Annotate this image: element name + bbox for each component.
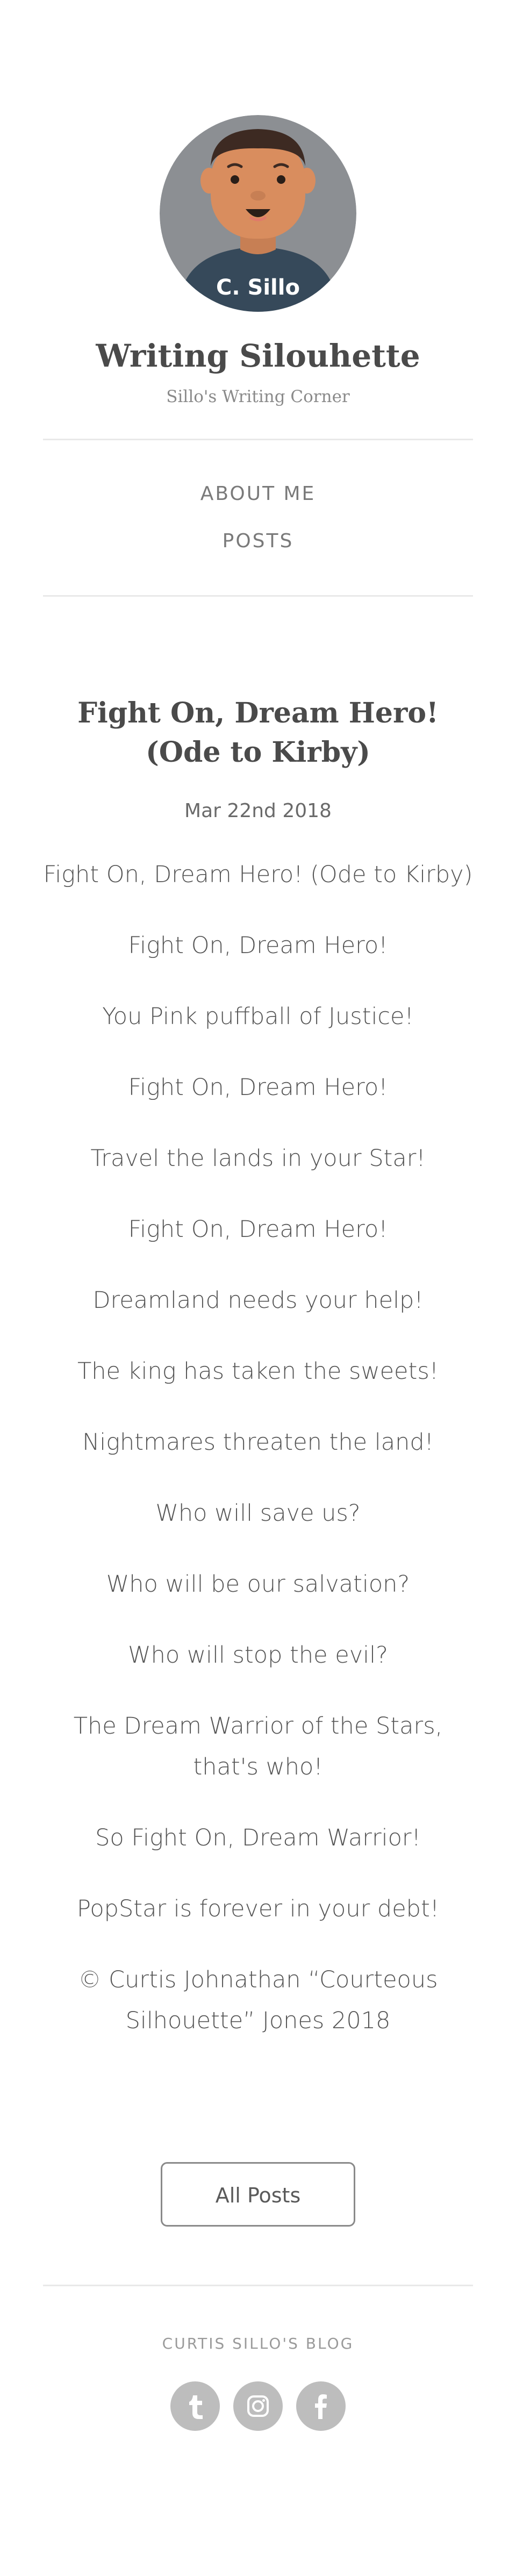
poem-line: So Fight On, Dream Warrior! <box>95 1824 421 1851</box>
nav-item-posts[interactable]: POSTS <box>0 529 516 553</box>
site-title[interactable]: Writing Silouhette <box>0 338 516 375</box>
all-posts-wrapper: All Posts <box>0 2162 516 2227</box>
poem-line: Who will be our salvation? <box>106 1570 410 1598</box>
footer-brand: CURTIS SILLO'S BLOG <box>162 2334 354 2352</box>
all-posts-button[interactable]: All Posts <box>161 2162 355 2227</box>
nav-item-about-me[interactable]: ABOUT ME <box>0 482 516 506</box>
poem-line: PopStar is forever in your debt! <box>76 1895 440 1922</box>
tumblr-link[interactable] <box>170 2381 220 2431</box>
tumblr-icon <box>189 2395 203 2419</box>
poem-line: The Dream Warrior of the Stars, that's w… <box>73 1712 443 1780</box>
site-header: C. Sillo Writing Silouhette Sillo's Writ… <box>0 0 516 406</box>
facebook-link[interactable] <box>296 2381 346 2431</box>
instagram-icon <box>247 2395 269 2417</box>
poem-line: Fight On, Dream Hero! <box>128 932 388 959</box>
post-body: Fight On, Dream Hero! (Ode to Kirby) Fig… <box>43 854 473 2041</box>
post-article: Fight On, Dream Hero! (Ode to Kirby) Mar… <box>0 597 516 2041</box>
poem-line: The king has taken the sweets! <box>77 1357 439 1385</box>
site-footer: CURTIS SILLO'S BLOG <box>0 2286 516 2431</box>
poem-line: Fight On, Dream Hero! (Ode to Kirby) <box>43 861 473 888</box>
post-date: Mar 22nd 2018 <box>184 799 332 822</box>
instagram-link[interactable] <box>233 2381 283 2431</box>
avatar[interactable]: C. Sillo <box>160 115 356 312</box>
avatar-label: C. Sillo <box>216 275 300 300</box>
poem-line: Dreamland needs your help! <box>92 1286 424 1314</box>
copyright-line: © Curtis Johnathan “Courteous Silhouette… <box>78 1966 438 2034</box>
site-subtitle: Sillo's Writing Corner <box>166 387 350 406</box>
social-links <box>0 2381 516 2431</box>
main-nav: ABOUT ME POSTS <box>0 440 516 595</box>
poem-line: Nightmares threaten the land! <box>82 1428 434 1456</box>
post-title: Fight On, Dream Hero! (Ode to Kirby) <box>77 696 439 769</box>
facebook-icon <box>315 2394 327 2419</box>
poem-line: Who will stop the evil? <box>128 1641 388 1669</box>
page: C. Sillo Writing Silouhette Sillo's Writ… <box>0 0 516 2431</box>
poem-line: Travel the lands in your Star! <box>90 1144 426 1172</box>
poem-line: Who will save us? <box>155 1499 361 1527</box>
poem-line: Fight On, Dream Hero! <box>128 1215 388 1243</box>
poem-line: You Pink puffball of Justice! <box>102 1003 414 1030</box>
poem-line: Fight On, Dream Hero! <box>128 1074 388 1101</box>
